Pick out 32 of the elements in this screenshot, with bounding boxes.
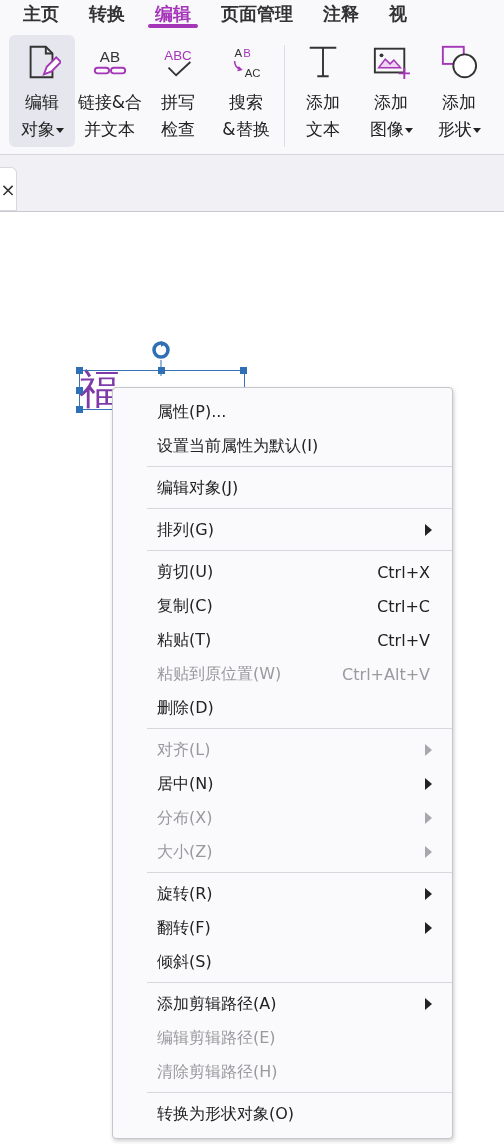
toolbar-button[interactable]: 添加 形状 <box>426 35 492 147</box>
toolbar-button[interactable]: ABC 拼写 检查 <box>145 35 211 147</box>
close-tab-button[interactable]: × <box>0 167 17 211</box>
resize-handle[interactable] <box>158 367 165 374</box>
ribbon-tab[interactable]: 页面管理 <box>206 0 308 34</box>
menu-item[interactable]: 倾斜(S) <box>113 945 452 979</box>
toolbar-button[interactable]: AB AC 搜索 &替换 <box>213 35 279 147</box>
ribbon-tab[interactable]: 注释 <box>308 0 374 34</box>
menu-item[interactable]: 剪切(U) Ctrl+X <box>113 555 452 589</box>
menu-item[interactable]: 居中(N) <box>113 767 452 801</box>
ribbon-tab[interactable]: 主页 <box>8 0 74 34</box>
toolbar-button[interactable]: AB 链接&合 并文本 <box>77 35 143 147</box>
ribbon-tab[interactable]: 转换 <box>74 0 140 34</box>
toolbar-button[interactable]: 编辑 对象 <box>9 35 75 147</box>
menu-item[interactable]: 设置当前属性为默认(I) <box>113 429 452 463</box>
menu-item[interactable]: 翻转(F) <box>113 911 452 945</box>
toolbar-button[interactable]: 添加 图像 <box>358 35 424 147</box>
menu-item[interactable]: 排列(G) <box>113 513 452 547</box>
menu-item[interactable]: 添加剪辑路径(A) <box>113 987 452 1021</box>
shapes-icon <box>440 43 478 81</box>
ribbon-tab[interactable]: 视 <box>374 0 407 34</box>
ribbon-tab[interactable]: 编辑 <box>140 0 206 34</box>
menu-item[interactable]: 属性(P)... <box>113 395 452 429</box>
menu-item[interactable]: 旋转(R) <box>113 877 452 911</box>
menu-item[interactable]: 删除(D) <box>113 691 452 725</box>
menu-item[interactable]: 粘贴(T) Ctrl+V <box>113 623 452 657</box>
menu-item[interactable]: 复制(C) Ctrl+C <box>113 589 452 623</box>
rotate-handle-icon[interactable] <box>151 340 171 376</box>
menu-item[interactable]: 编辑对象(J) <box>113 471 452 505</box>
menu-item[interactable]: 转换为形状对象(O) <box>113 1097 452 1131</box>
resize-handle[interactable] <box>240 367 247 374</box>
toolbar-button[interactable]: 添加 文本 <box>290 35 356 147</box>
